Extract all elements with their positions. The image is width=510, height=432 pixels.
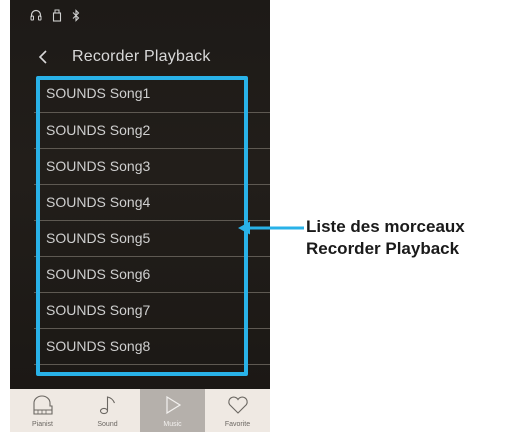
heart-icon (227, 396, 248, 414)
song-list-highlight-frame (36, 76, 248, 376)
callout-arrow-icon (238, 221, 304, 235)
header-bar: Recorder Playback (10, 40, 270, 70)
tab-favorite[interactable]: Favorite (205, 389, 270, 432)
tab-music[interactable]: Music (140, 389, 205, 432)
play-icon (165, 395, 181, 415)
tab-bar: Pianist Sound Music Favorite (10, 389, 270, 432)
headphones-icon (30, 9, 42, 21)
tab-pianist[interactable]: Pianist (10, 389, 75, 432)
tab-label: Sound (97, 421, 118, 428)
page-title: Recorder Playback (72, 48, 211, 65)
usb-icon (52, 9, 62, 22)
status-bar (30, 8, 80, 22)
piano-icon (32, 395, 53, 415)
app-screen: Recorder Playback SOUNDS Song1 SOUNDS So… (10, 0, 270, 432)
tab-label: Favorite (224, 421, 251, 428)
tab-label: Music (163, 421, 182, 428)
callout-line-2: Recorder Playback (306, 239, 460, 258)
tab-label: Pianist (31, 421, 53, 428)
callout-line-1: Liste des morceaux (306, 217, 465, 236)
bluetooth-icon (72, 8, 80, 22)
music-note-icon (99, 396, 115, 415)
back-chevron-icon[interactable] (36, 48, 50, 66)
callout-label: Liste des morceaux Recorder Playback (306, 216, 465, 260)
tab-sound[interactable]: Sound (75, 389, 140, 432)
